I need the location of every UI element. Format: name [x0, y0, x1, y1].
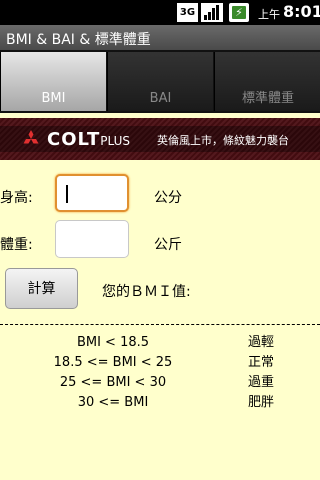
banner-brand: COLTPLUS: [47, 129, 131, 150]
bmi-class: 過輕: [248, 335, 275, 350]
tab-standard-weight-label: 標準體重: [241, 91, 294, 106]
bmi-result-label: 您的ＢＭＩ值:: [102, 284, 191, 300]
bmi-class: 肥胖: [248, 395, 275, 410]
calculate-button[interactable]: 計算: [5, 268, 78, 309]
banner-slogan: 英倫風上市，條紋魅力襲台: [157, 134, 289, 147]
bmi-range: 30 <= BMI: [77, 395, 149, 410]
weight-unit: 公斤: [154, 237, 182, 253]
table-row: BMI < 18.5 過輕: [0, 334, 320, 354]
signal-icon: [201, 3, 223, 22]
ad-banner[interactable]: COLTPLUS 英倫風上市，條紋魅力襲台: [0, 118, 320, 160]
app-title: BMI & BAI & 標準體重: [6, 32, 151, 48]
bmi-class: 過重: [248, 375, 275, 390]
clock-time: 8:01: [283, 2, 320, 21]
weight-input[interactable]: [55, 220, 129, 258]
text-caret: [66, 185, 68, 203]
battery-charging-icon: ⚡: [229, 3, 249, 22]
status-bar: 3G ⚡ 上午 8:01: [0, 0, 320, 25]
tab-standard-weight[interactable]: 標準體重: [214, 52, 320, 111]
tab-bmi-label: BMI: [41, 91, 66, 106]
clock-am-pm: 上午: [258, 8, 280, 21]
height-unit: 公分: [154, 190, 182, 206]
height-input[interactable]: [55, 174, 129, 212]
mitsubishi-logo-icon: [23, 130, 39, 144]
table-row: 25 <= BMI < 30 過重: [0, 374, 320, 394]
title-bar: BMI & BAI & 標準體重: [0, 25, 320, 50]
tab-bar: BMI BAI 標準體重: [0, 50, 320, 113]
bmi-range: 18.5 <= BMI < 25: [53, 355, 173, 370]
bmi-class: 正常: [248, 355, 275, 370]
divider: [0, 324, 320, 325]
bmi-range: BMI < 18.5: [76, 335, 150, 350]
height-label: 身高:: [0, 190, 33, 206]
bmi-range: 25 <= BMI < 30: [59, 375, 167, 390]
table-row: 30 <= BMI 肥胖: [0, 394, 320, 414]
3g-icon: 3G: [177, 3, 198, 22]
tab-bmi[interactable]: BMI: [0, 52, 106, 111]
tab-bai[interactable]: BAI: [107, 52, 213, 111]
bmi-classification-table: BMI < 18.5 過輕 18.5 <= BMI < 25 正常 25 <= …: [0, 334, 320, 414]
weight-label: 體重:: [0, 237, 33, 253]
tab-bai-label: BAI: [149, 91, 172, 106]
table-row: 18.5 <= BMI < 25 正常: [0, 354, 320, 374]
